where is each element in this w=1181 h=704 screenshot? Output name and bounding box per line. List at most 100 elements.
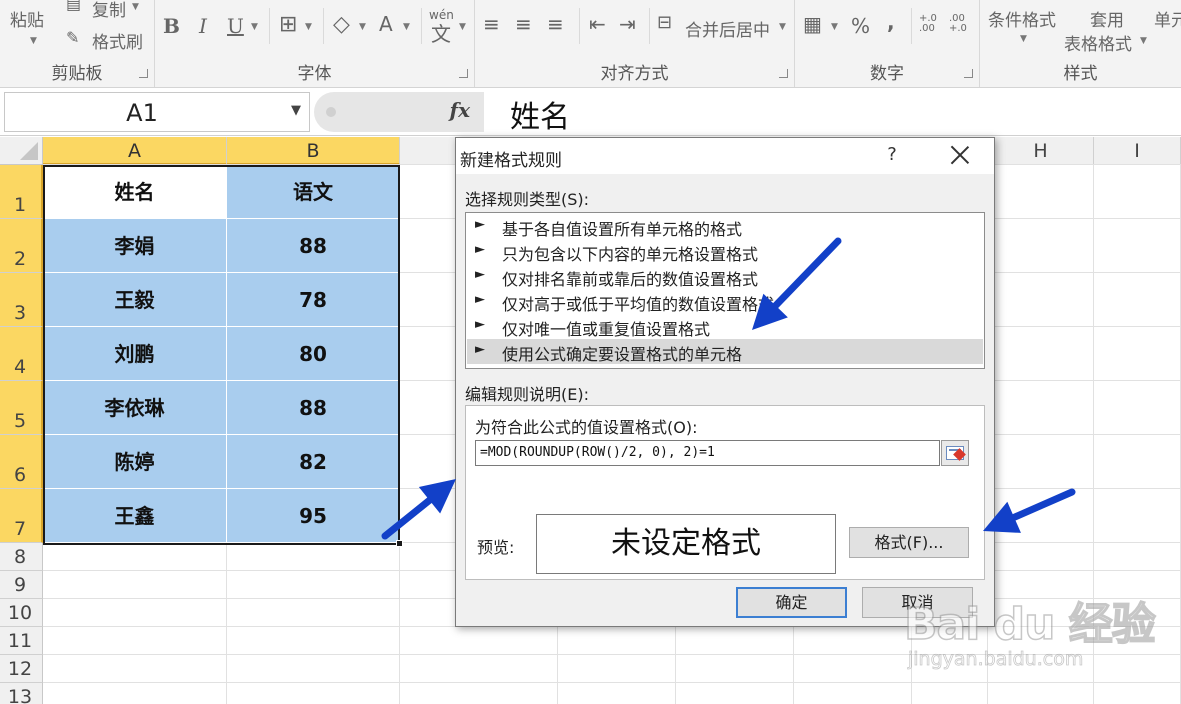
row-header-3[interactable]: 3: [0, 273, 43, 327]
comma-button[interactable]: ,: [887, 10, 895, 34]
copy-button[interactable]: 复制: [92, 0, 126, 21]
cell-a1[interactable]: 姓名: [43, 165, 227, 219]
row-number: 11: [7, 630, 33, 652]
cell-a7[interactable]: 王鑫: [43, 489, 227, 543]
fill-color-icon[interactable]: ◇: [333, 12, 350, 37]
cell-b7[interactable]: 95: [227, 489, 400, 543]
row-header-2[interactable]: 2: [0, 219, 43, 273]
cell-b4[interactable]: 80: [227, 327, 400, 381]
formula-field[interactable]: =MOD(ROUNDUP(ROW()/2, 0), 2)=1: [475, 440, 940, 466]
cell-styles-button[interactable]: 单元: [1154, 6, 1181, 31]
cell-a6[interactable]: 陈婷: [43, 435, 227, 489]
format-button[interactable]: 格式(F)...: [849, 527, 969, 558]
cell-a3[interactable]: 王毅: [43, 273, 227, 327]
border-icon[interactable]: ⊞: [279, 12, 297, 37]
rule-type-label: 仅对高于或低于平均值的数值设置格式: [502, 295, 775, 314]
increase-indent-icon[interactable]: ⇥: [619, 12, 636, 36]
paste-button[interactable]: 粘贴: [10, 6, 44, 31]
collapse-dialog-button[interactable]: [941, 440, 969, 466]
rule-type-list[interactable]: ► 基于各自值设置所有单元格的格式 ► 只为包含以下内容的单元格设置格式 ► 仅对排名靠前…: [465, 212, 985, 369]
increase-decimal-button[interactable]: +.0 .00: [919, 14, 945, 34]
row-header-5[interactable]: 5: [0, 381, 43, 435]
align-center-icon[interactable]: ≡: [515, 12, 532, 36]
merge-center-icon[interactable]: ⊟: [657, 12, 672, 33]
close-icon[interactable]: [948, 143, 972, 167]
rule-type-item[interactable]: ► 使用公式确定要设置格式的单元格: [467, 339, 983, 364]
clipboard-launcher-icon[interactable]: [139, 69, 148, 78]
paste-dropdown-icon[interactable]: ▼: [30, 36, 37, 46]
row-header-13[interactable]: 13: [0, 683, 43, 704]
cell-a2[interactable]: 李娟: [43, 219, 227, 273]
row-header-1[interactable]: 1: [0, 165, 43, 219]
align-left-icon[interactable]: ≡: [483, 12, 500, 36]
rule-type-item[interactable]: ► 仅对高于或低于平均值的数值设置格式: [467, 289, 983, 314]
row-header-11[interactable]: 11: [0, 627, 43, 655]
table-format-button[interactable]: 套用: [1090, 6, 1124, 31]
copy-icon[interactable]: ▤: [66, 0, 81, 13]
merge-center-button[interactable]: 合并后居中: [685, 16, 770, 41]
decrease-decimal-button[interactable]: .00 +.0: [949, 14, 975, 34]
column-header-b[interactable]: B: [227, 137, 400, 165]
conditional-format-dropdown-icon[interactable]: ▼: [1020, 34, 1027, 44]
row-header-8[interactable]: 8: [0, 543, 43, 571]
row-header-4[interactable]: 4: [0, 327, 43, 381]
accounting-format-icon[interactable]: ▦: [803, 12, 822, 36]
font-color-button[interactable]: A: [379, 12, 393, 36]
copy-dropdown-icon[interactable]: ▼: [132, 2, 139, 12]
triangle-right-icon: ►: [475, 217, 485, 232]
row-header-7[interactable]: 7: [0, 489, 43, 543]
column-header-h[interactable]: H: [988, 137, 1094, 165]
font-color-dropdown-icon[interactable]: ▼: [403, 22, 410, 32]
format-painter-button[interactable]: 格式刷: [92, 28, 143, 53]
decrease-indent-icon[interactable]: ⇤: [589, 12, 606, 36]
cell-b3[interactable]: 78: [227, 273, 400, 327]
row-header-10[interactable]: 10: [0, 599, 43, 627]
column-header-i[interactable]: I: [1094, 137, 1181, 165]
rule-type-item[interactable]: ► 仅对排名靠前或靠后的数值设置格式: [467, 264, 983, 289]
percent-button[interactable]: %: [851, 14, 870, 38]
underline-button[interactable]: U: [227, 14, 244, 38]
cell-b1[interactable]: 语文: [227, 165, 400, 219]
dialog-titlebar[interactable]: 新建格式规则 ?: [456, 138, 994, 174]
insert-function-icon[interactable]: fx: [449, 98, 470, 122]
underline-dropdown-icon[interactable]: ▼: [251, 22, 258, 32]
resize-handle-icon[interactable]: [326, 107, 336, 117]
accounting-dropdown-icon[interactable]: ▼: [831, 22, 838, 32]
align-right-icon[interactable]: ≡: [547, 12, 564, 36]
number-launcher-icon[interactable]: [964, 69, 973, 78]
cell-a4[interactable]: 刘鹏: [43, 327, 227, 381]
rule-type-item[interactable]: ► 只为包含以下内容的单元格设置格式: [467, 239, 983, 264]
border-dropdown-icon[interactable]: ▼: [305, 22, 312, 32]
table-format-dropdown-icon[interactable]: ▼: [1140, 36, 1147, 46]
rule-type-item[interactable]: ► 基于各自值设置所有单元格的格式: [467, 214, 983, 239]
table-format-button-line2[interactable]: 表格格式: [1064, 30, 1132, 55]
phonetic-icon[interactable]: 文: [431, 18, 451, 47]
fill-color-dropdown-icon[interactable]: ▼: [359, 22, 366, 32]
row-header-12[interactable]: 12: [0, 655, 43, 683]
row-header-6[interactable]: 6: [0, 435, 43, 489]
ok-button[interactable]: 确定: [736, 587, 847, 618]
phonetic-dropdown-icon[interactable]: ▼: [459, 22, 466, 32]
merge-center-dropdown-icon[interactable]: ▼: [779, 22, 786, 32]
rule-type-item[interactable]: ► 仅对唯一值或重复值设置格式: [467, 314, 983, 339]
name-box-dropdown-icon[interactable]: ▼: [291, 103, 301, 118]
column-header-a[interactable]: A: [43, 137, 227, 165]
help-button[interactable]: ?: [882, 144, 902, 165]
font-launcher-icon[interactable]: [459, 69, 468, 78]
cell-a5[interactable]: 李依琳: [43, 381, 227, 435]
formula-input[interactable]: 姓名: [510, 92, 570, 136]
cell-b2[interactable]: 88: [227, 219, 400, 273]
conditional-format-button[interactable]: 条件格式: [988, 6, 1056, 31]
format-painter-icon[interactable]: ✎: [66, 28, 79, 47]
cell-b5[interactable]: 88: [227, 381, 400, 435]
rule-type-label: 仅对排名靠前或靠后的数值设置格式: [502, 270, 759, 289]
fill-handle[interactable]: [396, 540, 403, 547]
name-box[interactable]: A1 ▼: [4, 92, 310, 132]
select-all-button[interactable]: [0, 137, 43, 165]
cell-b6[interactable]: 82: [227, 435, 400, 489]
alignment-launcher-icon[interactable]: [779, 69, 788, 78]
italic-button[interactable]: I: [199, 14, 207, 38]
bold-button[interactable]: B: [163, 14, 180, 38]
row-header-9[interactable]: 9: [0, 571, 43, 599]
rule-description-panel: 为符合此公式的值设置格式(O): =MOD(ROUNDUP(ROW()/2, 0…: [465, 405, 985, 580]
